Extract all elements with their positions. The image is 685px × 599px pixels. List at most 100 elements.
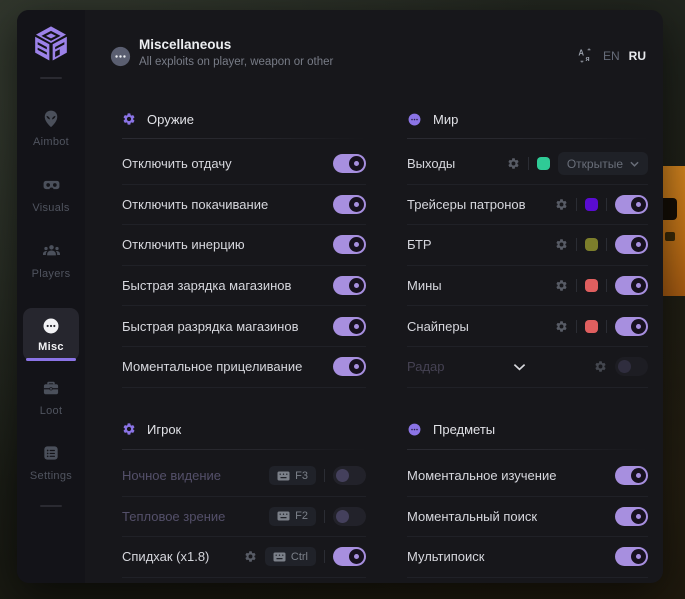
- setting-label: Моментальный поиск: [407, 509, 537, 524]
- color-swatch[interactable]: [537, 157, 550, 170]
- sidebar-divider: [40, 77, 62, 79]
- row-controls: Открытые: [507, 152, 648, 175]
- setting-row: Мины: [407, 266, 648, 307]
- control-divider: [576, 238, 577, 251]
- setting-row: Моментальное прицеливание: [122, 347, 366, 388]
- setting-label: Отключить отдачу: [122, 156, 232, 171]
- gear-icon[interactable]: [594, 360, 607, 373]
- sidebar: Aimbot Visuals Players: [17, 10, 85, 583]
- control-divider: [576, 320, 577, 333]
- setting-row: Мультипоиск: [407, 537, 648, 578]
- setting-row: Снайперы: [407, 306, 648, 347]
- sidebar-item-loot[interactable]: Loot: [17, 378, 85, 417]
- gear-icon[interactable]: [555, 320, 568, 333]
- setting-row: Ночное видение F3: [122, 456, 366, 497]
- column-right: Мир Выходы Открытые: [407, 10, 648, 583]
- alien-icon: [41, 109, 61, 129]
- sidebar-item-visuals[interactable]: Visuals: [17, 175, 85, 214]
- setting-row: Выходы Открытые: [407, 144, 648, 185]
- gear-icon[interactable]: [507, 157, 520, 170]
- column-left: Оружие Отключить отдачу Отключить покачи…: [122, 10, 366, 583]
- setting-row: Спидхак (x1.8) Ctrl: [122, 537, 366, 578]
- row-middle: [445, 363, 594, 371]
- sidebar-item-misc[interactable]: Misc: [23, 308, 79, 361]
- row-controls: [594, 357, 648, 376]
- keybind-badge[interactable]: F2: [269, 507, 316, 526]
- setting-row: БТР: [407, 225, 648, 266]
- color-swatch[interactable]: [585, 279, 598, 292]
- sidebar-item-settings[interactable]: Settings: [17, 443, 85, 482]
- sidebar-item-label: Players: [32, 268, 71, 280]
- chevron-down-icon: [630, 161, 639, 167]
- toggle-knob: [349, 156, 364, 171]
- section-header-player: Игрок: [122, 417, 366, 441]
- row-controls: [555, 276, 648, 295]
- setting-row: Трейсеры патронов: [407, 185, 648, 226]
- keybind-badge[interactable]: Ctrl: [265, 547, 316, 566]
- toggle-switch[interactable]: [615, 317, 648, 336]
- players-group-icon: [41, 241, 62, 261]
- toggle-switch[interactable]: [615, 547, 648, 566]
- gear-icon[interactable]: [555, 279, 568, 292]
- setting-row: Быстрая разрядка магазинов: [122, 306, 366, 347]
- dropdown-select[interactable]: Открытые: [558, 152, 648, 175]
- gear-icon: [122, 112, 136, 126]
- setting-row: Отключить покачивание: [122, 185, 366, 226]
- toggle-switch[interactable]: [333, 154, 366, 173]
- row-controls: [555, 317, 648, 336]
- vr-goggles-icon: [41, 175, 62, 195]
- toggle-switch[interactable]: [333, 357, 366, 376]
- setting-label: БТР: [407, 237, 432, 252]
- toggle-knob: [349, 549, 364, 564]
- toggle-switch[interactable]: [615, 507, 648, 526]
- chevron-down-icon[interactable]: [513, 363, 526, 371]
- setting-label: Спидхак (x1.8): [122, 549, 209, 564]
- gear-icon[interactable]: [555, 238, 568, 251]
- briefcase-icon: [41, 378, 61, 398]
- section-divider: [122, 449, 366, 450]
- color-swatch[interactable]: [585, 320, 598, 333]
- sidebar-item-players[interactable]: Players: [17, 241, 85, 280]
- toggle-knob: [631, 509, 646, 524]
- setting-label: Быстрая зарядка магазинов: [122, 278, 291, 293]
- section-divider: [122, 138, 366, 139]
- setting-row: Отключить инерцию: [122, 225, 366, 266]
- keybind-badge[interactable]: F3: [269, 466, 316, 485]
- toggle-switch[interactable]: [333, 507, 366, 526]
- setting-label: Радар: [407, 359, 445, 374]
- toggle-switch[interactable]: [615, 195, 648, 214]
- setting-label: Мультипоиск: [407, 549, 484, 564]
- control-divider: [576, 279, 577, 292]
- toggle-switch[interactable]: [615, 466, 648, 485]
- row-controls: F2: [269, 507, 366, 526]
- color-swatch[interactable]: [585, 198, 598, 211]
- sidebar-item-label: Aimbot: [33, 136, 69, 148]
- keybind-label: F3: [295, 470, 308, 482]
- gear-icon[interactable]: [244, 550, 257, 563]
- game-background-billboard: [663, 166, 685, 296]
- toggle-switch[interactable]: [615, 276, 648, 295]
- toggle-knob: [631, 237, 646, 252]
- toggle-switch[interactable]: [333, 276, 366, 295]
- toggle-switch[interactable]: [333, 195, 366, 214]
- control-divider: [528, 157, 529, 170]
- setting-label: Отключить покачивание: [122, 197, 268, 212]
- toggle-switch[interactable]: [333, 317, 366, 336]
- row-controls: Ctrl: [244, 547, 366, 566]
- control-divider: [606, 320, 607, 333]
- toggle-switch[interactable]: [615, 235, 648, 254]
- billboard-mark: [665, 232, 675, 241]
- toggle-knob: [349, 278, 364, 293]
- ellipsis-circle-icon: [41, 316, 61, 336]
- toggle-switch[interactable]: [333, 466, 366, 485]
- toggle-switch[interactable]: [615, 357, 648, 376]
- sidebar-item-aimbot[interactable]: Aimbot: [17, 109, 85, 148]
- gear-icon[interactable]: [555, 198, 568, 211]
- row-controls: [555, 235, 648, 254]
- toggle-switch[interactable]: [333, 547, 366, 566]
- color-swatch[interactable]: [585, 238, 598, 251]
- setting-label: Трейсеры патронов: [407, 197, 526, 212]
- toggle-switch[interactable]: [333, 235, 366, 254]
- keyboard-icon: [277, 471, 290, 481]
- setting-label: Тепловое зрение: [122, 509, 225, 524]
